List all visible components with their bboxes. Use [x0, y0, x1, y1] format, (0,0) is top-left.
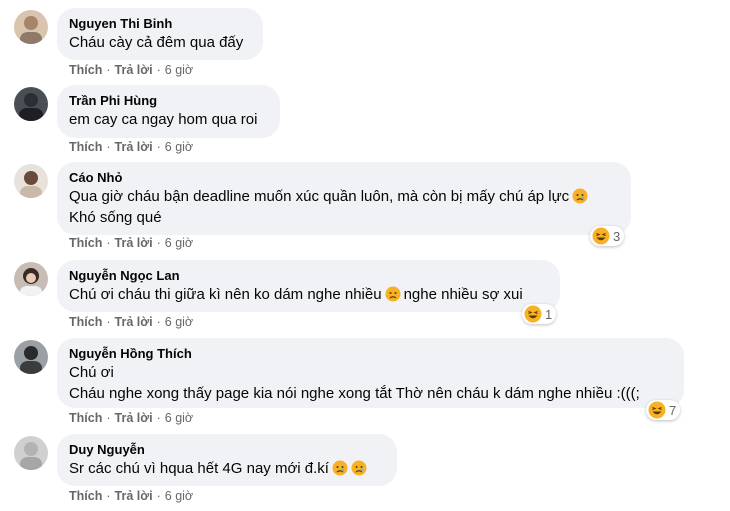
comment-bubble: Nguyen Thi Binh Cháu cày cả đêm qua đấy — [57, 8, 263, 60]
frown-face-icon — [385, 286, 401, 302]
haha-icon — [592, 227, 610, 245]
sad-face-icon — [332, 460, 348, 476]
comment-text: Chú ơi cháu thi giữa kì nên ko dám nghe … — [69, 284, 548, 305]
avatar[interactable] — [14, 436, 48, 470]
separator: · — [156, 63, 161, 77]
like-button[interactable]: Thích — [69, 489, 102, 503]
comment-text-line: Sr các chú vì hqua hết 4G nay mới đ.kí — [69, 460, 329, 477]
reply-button[interactable]: Trả lời — [115, 489, 153, 503]
comment-time[interactable]: 6 giờ — [165, 489, 193, 503]
separator: · — [106, 63, 111, 77]
separator: · — [106, 236, 111, 250]
separator: · — [156, 236, 161, 250]
comment-time[interactable]: 6 giờ — [165, 315, 193, 329]
like-button[interactable]: Thích — [69, 140, 102, 154]
comment-time[interactable]: 6 giờ — [165, 411, 193, 425]
comment-actions: Thích · Trả lời · 6 giờ — [69, 236, 193, 250]
comment-bubble: Trần Phi Hùng em cay ca ngay hom qua roi — [57, 85, 280, 138]
reaction-count[interactable]: 3 — [590, 226, 625, 246]
like-button[interactable]: Thích — [69, 411, 102, 425]
like-button[interactable]: Thích — [69, 315, 102, 329]
sad-face-icon — [572, 188, 588, 204]
comment-text: Chú ơi — [69, 364, 114, 381]
avatar[interactable] — [14, 262, 48, 296]
reaction-count-text: 1 — [545, 306, 553, 322]
comment-text: Sr các chú vì hqua hết 4G nay mới đ.kí — [69, 458, 385, 479]
sad-face-icon — [351, 460, 367, 476]
comment-time[interactable]: 6 giờ — [165, 63, 193, 77]
separator: · — [156, 315, 161, 329]
reaction-count-text: 3 — [613, 228, 621, 244]
comment-text: Qua giờ cháu bận deadline muốn xúc quần … — [69, 186, 619, 207]
avatar[interactable] — [14, 10, 48, 44]
avatar[interactable] — [14, 164, 48, 198]
reply-button[interactable]: Trả lời — [115, 315, 153, 329]
reaction-count-text: 7 — [669, 402, 677, 418]
haha-icon — [648, 401, 666, 419]
separator: · — [106, 411, 111, 425]
reply-button[interactable]: Trả lời — [115, 63, 153, 77]
comment-text: Cháu cày cả đêm qua đấy — [69, 34, 244, 51]
separator: · — [156, 489, 161, 503]
comment-actions: Thích · Trả lời · 6 giờ — [69, 411, 193, 425]
comment-text: em cay ca ngay hom qua roi — [69, 111, 258, 128]
comment-author[interactable]: Nguyễn Hồng Thích — [69, 345, 672, 362]
reaction-count[interactable]: 7 — [646, 400, 681, 420]
separator: · — [106, 489, 111, 503]
reply-button[interactable]: Trả lời — [115, 411, 153, 425]
comment-bubble: Cáo Nhỏ Qua giờ cháu bận deadline muốn x… — [57, 162, 631, 235]
reaction-count[interactable]: 1 — [522, 304, 557, 324]
comment-actions: Thích · Trả lời · 6 giờ — [69, 489, 193, 503]
avatar[interactable] — [14, 340, 48, 374]
comment-bubble: Nguyễn Ngọc Lan Chú ơi cháu thi giữa kì … — [57, 260, 560, 312]
like-button[interactable]: Thích — [69, 236, 102, 250]
comment-author[interactable]: Duy Nguyễn — [69, 441, 385, 458]
separator: · — [156, 411, 161, 425]
like-button[interactable]: Thích — [69, 63, 102, 77]
separator: · — [106, 315, 111, 329]
comment-author[interactable]: Trần Phi Hùng — [69, 92, 268, 109]
comment-time[interactable]: 6 giờ — [165, 140, 193, 154]
separator: · — [156, 140, 161, 154]
comment-text-line: Qua giờ cháu bận deadline muốn xúc quần … — [69, 188, 570, 205]
comment-text-line: nghe nhiều sợ xui — [403, 286, 523, 303]
comment-text: Khó sống qué — [69, 209, 162, 226]
separator: · — [106, 140, 111, 154]
comment-author[interactable]: Cáo Nhỏ — [69, 169, 619, 186]
comment-bubble: Duy Nguyễn Sr các chú vì hqua hết 4G nay… — [57, 434, 397, 486]
comment-text: Cháu nghe xong thấy page kia nói nghe xo… — [69, 385, 640, 402]
avatar[interactable] — [14, 87, 48, 121]
comment-actions: Thích · Trả lời · 6 giờ — [69, 315, 193, 329]
reply-button[interactable]: Trả lời — [115, 140, 153, 154]
haha-icon — [524, 305, 542, 323]
comment-actions: Thích · Trả lời · 6 giờ — [69, 140, 193, 154]
comment-author[interactable]: Nguyen Thi Binh — [69, 15, 251, 32]
comment-bubble: Nguyễn Hồng Thích Chú ơi Cháu nghe xong … — [57, 338, 684, 408]
comment-time[interactable]: 6 giờ — [165, 236, 193, 250]
comment-actions: Thích · Trả lời · 6 giờ — [69, 63, 193, 77]
comment-author[interactable]: Nguyễn Ngọc Lan — [69, 267, 548, 284]
comment-text-line: Chú ơi cháu thi giữa kì nên ko dám nghe … — [69, 286, 382, 303]
reply-button[interactable]: Trả lời — [115, 236, 153, 250]
